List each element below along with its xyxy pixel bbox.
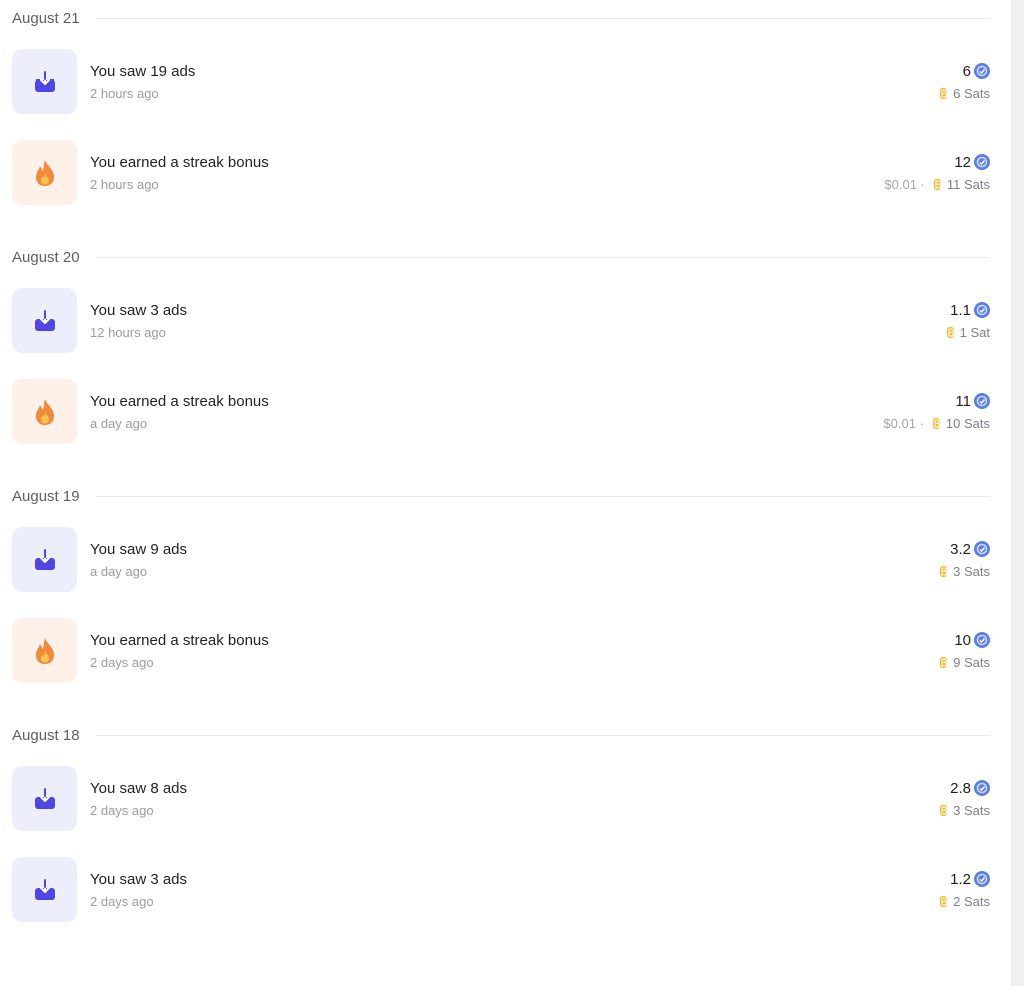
activity-feed: August 21 You saw 19 ads 2 hours ago 6 6… <box>12 0 990 935</box>
sats-value: 6 Sats <box>953 85 990 101</box>
token-amount: 11 <box>955 392 971 410</box>
token-amount: 2.8 <box>950 779 971 797</box>
fire-icon <box>12 379 77 444</box>
fire-icon <box>12 140 77 205</box>
usd-value: $0.01 · <box>884 176 925 192</box>
sats-value: 2 Sats <box>953 893 990 909</box>
sats-value: 11 Sats <box>946 176 990 192</box>
activity-title: You saw 19 ads <box>90 62 196 80</box>
token-amount: 6 <box>962 62 971 80</box>
activity-time: 2 hours ago <box>90 176 159 192</box>
token-amount: 1.2 <box>950 870 971 888</box>
sats-value: 10 Sats <box>945 415 990 431</box>
activity-row[interactable]: You earned a streak bonus 2 hours ago 12… <box>12 127 990 218</box>
token-icon <box>974 302 990 318</box>
group-date-label: August 19 <box>12 487 80 505</box>
token-icon <box>974 632 990 648</box>
activity-row[interactable]: You saw 3 ads 2 days ago 1.2 2 Sats <box>12 844 990 935</box>
token-icon <box>974 780 990 796</box>
date-group-header: August 19 <box>12 478 990 514</box>
bitcoin-icon <box>932 417 940 429</box>
download-icon <box>12 857 77 922</box>
token-amount: 10 <box>954 631 971 649</box>
activity-time: 2 days ago <box>90 893 154 909</box>
group-date-label: August 18 <box>12 726 80 744</box>
sats-value: 3 Sats <box>953 563 990 579</box>
bitcoin-icon <box>940 656 948 668</box>
activity-time: 12 hours ago <box>90 324 166 340</box>
bitcoin-icon <box>946 326 954 338</box>
activity-time: 2 hours ago <box>90 85 159 101</box>
download-icon <box>12 766 77 831</box>
activity-title: You saw 3 ads <box>90 870 188 888</box>
group-divider <box>95 256 990 258</box>
group-date-label: August 21 <box>12 9 80 27</box>
download-icon <box>12 288 77 353</box>
activity-title: You earned a streak bonus <box>90 392 269 410</box>
token-amount: 3.2 <box>950 540 971 558</box>
date-group-header: August 18 <box>12 717 990 753</box>
activity-title: You saw 9 ads <box>90 540 188 558</box>
scrollbar[interactable] <box>1011 0 1024 986</box>
sats-value: 1 Sat <box>959 324 990 340</box>
token-icon <box>974 63 990 79</box>
token-icon <box>974 154 990 170</box>
activity-time: 2 days ago <box>90 802 154 818</box>
download-icon <box>12 527 77 592</box>
activity-title: You earned a streak bonus <box>90 153 269 171</box>
bitcoin-icon <box>940 87 948 99</box>
sats-value: 3 Sats <box>953 802 990 818</box>
activity-title: You earned a streak bonus <box>90 631 269 649</box>
activity-row[interactable]: You saw 8 ads 2 days ago 2.8 3 Sats <box>12 753 990 844</box>
token-amount: 1.1 <box>950 301 971 319</box>
group-divider <box>95 17 990 19</box>
bitcoin-icon <box>940 804 948 816</box>
date-group-header: August 20 <box>12 239 990 275</box>
download-icon <box>12 49 77 114</box>
group-date-label: August 20 <box>12 248 80 266</box>
activity-row[interactable]: You saw 19 ads 2 hours ago 6 6 Sats <box>12 36 990 127</box>
activity-time: a day ago <box>90 563 148 579</box>
token-icon <box>974 393 990 409</box>
token-icon <box>974 541 990 557</box>
token-amount: 12 <box>954 153 971 171</box>
activity-title: You saw 8 ads <box>90 779 188 797</box>
activity-row[interactable]: You earned a streak bonus 2 days ago 10 … <box>12 605 990 696</box>
activity-row[interactable]: You saw 9 ads a day ago 3.2 3 Sats <box>12 514 990 605</box>
token-icon <box>974 871 990 887</box>
activity-title: You saw 3 ads <box>90 301 188 319</box>
group-divider <box>95 495 990 497</box>
group-divider <box>95 734 990 736</box>
bitcoin-icon <box>933 178 941 190</box>
activity-page: August 21 You saw 19 ads 2 hours ago 6 6… <box>0 0 1024 986</box>
bitcoin-icon <box>940 565 948 577</box>
activity-row[interactable]: You saw 3 ads 12 hours ago 1.1 1 Sat <box>12 275 990 366</box>
activity-row[interactable]: You earned a streak bonus a day ago 11 $… <box>12 366 990 457</box>
activity-time: a day ago <box>90 415 148 431</box>
sats-value: 9 Sats <box>953 654 990 670</box>
fire-icon <box>12 618 77 683</box>
activity-time: 2 days ago <box>90 654 154 670</box>
bitcoin-icon <box>940 895 948 907</box>
usd-value: $0.01 · <box>883 415 924 431</box>
date-group-header: August 21 <box>12 0 990 36</box>
